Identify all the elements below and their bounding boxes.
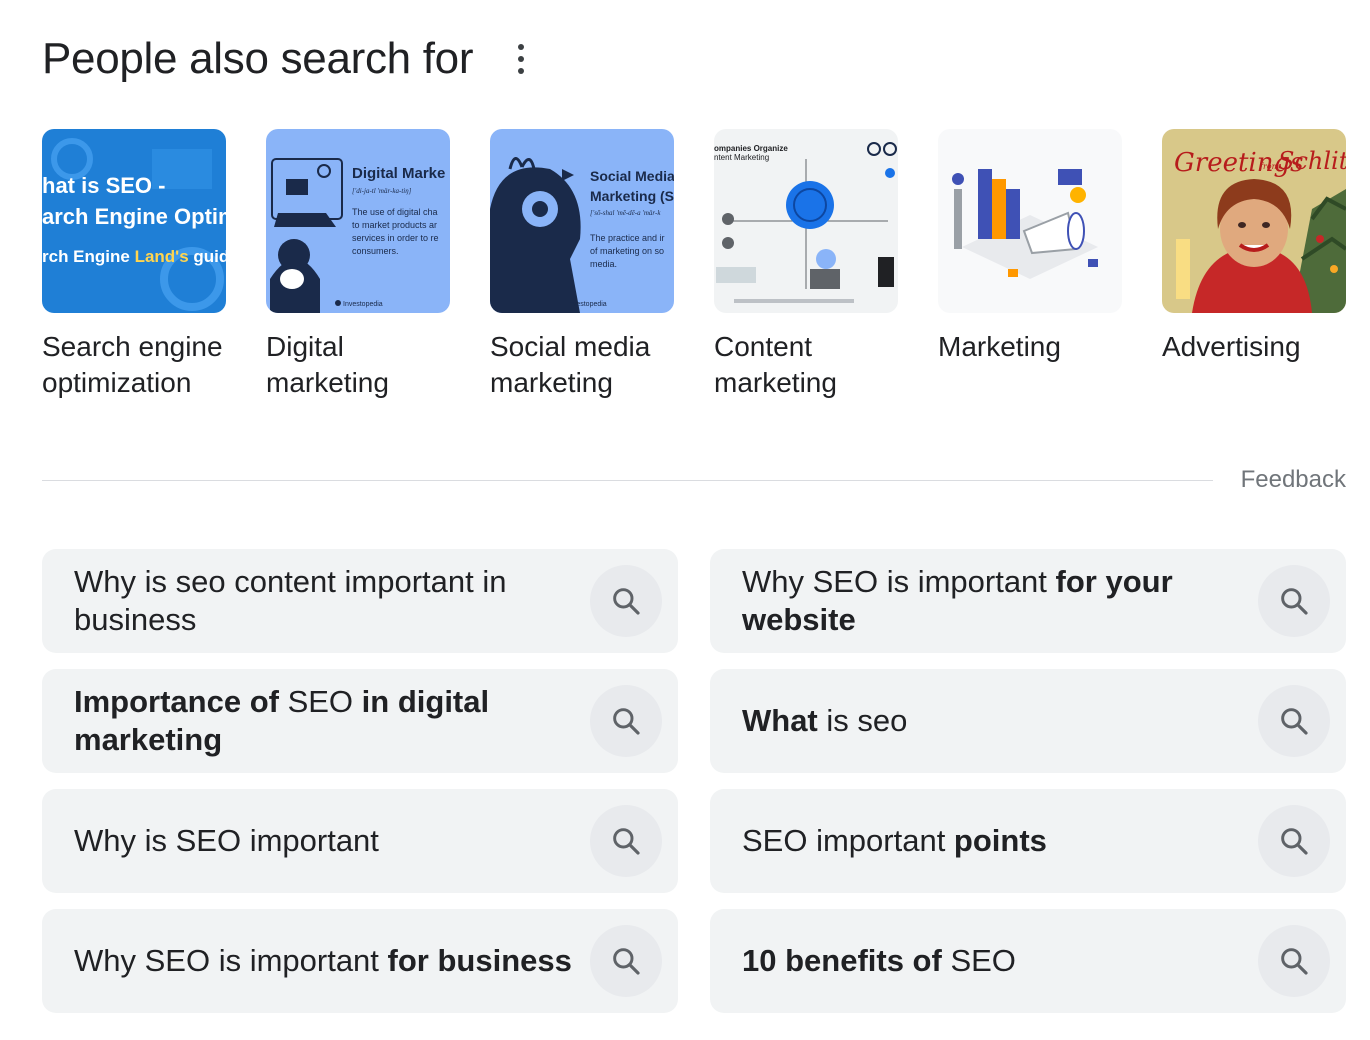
related-search-bold-part: What [742,703,818,738]
card-label: Social media marketing [490,331,651,398]
related-search-part: Why is seo content important in business [74,564,507,637]
search-icon [1281,828,1308,855]
card-thumbnail: Digital Marke ['di-ja-tl 'mär-ka-tiŋ] Th… [266,129,450,313]
thumb-text-2: arch Engine Optimiz [42,204,226,229]
card-label: Content marketing [714,331,837,398]
card-label: Advertising [1162,331,1301,362]
more-vert-icon [518,44,525,50]
svg-text:The practice and ir: The practice and ir [590,233,665,243]
related-search-text: Why is seo content important in business [74,563,574,639]
svg-text:media.: media. [590,259,617,269]
card-label: Digital marketing [266,331,389,398]
related-search-text: Why SEO is important for your website [742,563,1242,639]
search-icon [613,948,640,975]
related-search-bold-part: 10 benefits of [742,943,942,978]
related-search-text: Importance of SEO in digital marketing [74,683,574,759]
card-thumbnail: ompanies Organize ntent Marketing [714,129,898,313]
search-icon-button [1258,565,1330,637]
search-icon [1281,948,1308,975]
card-digital-marketing[interactable]: Digital Marke ['di-ja-tl 'mär-ka-tiŋ] Th… [266,129,450,401]
svg-text:rch Engine Land's guide to: rch Engine Land's guide to [42,247,226,266]
related-search-chip[interactable]: Why SEO is important for business [42,909,678,1013]
related-search-text: 10 benefits of SEO [742,942,1016,980]
search-icon-button [590,805,662,877]
search-icon-button [1258,685,1330,757]
svg-text:The use of digital cha: The use of digital cha [352,207,438,217]
svg-text:Investopedia: Investopedia [343,301,383,308]
related-search-part: Why is SEO important [74,823,379,858]
related-search-part: SEO [278,684,362,719]
search-icon [613,588,640,615]
divider [42,479,1213,481]
related-search-chip[interactable]: Why is SEO important [42,789,678,893]
card-advertising[interactable]: Greetings from Schlitz Advertising [1162,129,1346,401]
search-icon-button [590,925,662,997]
card-label: Search engine optimization [42,331,223,398]
thumb-text-1: hat is SEO - [42,173,165,198]
related-search-part: Why SEO is important [742,564,1056,599]
card-thumbnail: Greetings from Schlitz [1162,129,1346,313]
more-options-button[interactable] [509,39,533,79]
related-search-text: Why is SEO important [74,822,379,860]
related-search-chip[interactable]: What is seo [710,669,1346,773]
related-search-part: Why SEO is important [74,943,388,978]
card-thumbnail: Social Media Marketing (S ['sō-shal 'mē-… [490,129,674,313]
related-search-text: Why SEO is important for business [74,942,572,980]
related-search-chip[interactable]: SEO important points [710,789,1346,893]
svg-text:['sō-shal 'mē-dē-a 'mär-k: ['sō-shal 'mē-dē-a 'mär-k [590,209,661,217]
related-search-chip[interactable]: 10 benefits of SEO [710,909,1346,1013]
svg-text:of marketing on so: of marketing on so [590,246,664,256]
related-search-bold-part: for business [387,943,572,978]
svg-text:Social Media: Social Media [590,168,674,184]
related-search-text: What is seo [742,702,907,740]
search-icon-button [1258,805,1330,877]
related-search-chip[interactable]: Importance of SEO in digital marketing [42,669,678,773]
svg-text:consumers.: consumers. [352,246,399,256]
related-search-chip[interactable]: Why SEO is important for your website [710,549,1346,653]
search-icon [613,828,640,855]
search-icon [613,708,640,735]
related-searches-grid: Why is seo content important in business… [42,549,1346,1013]
related-search-part: SEO [941,943,1016,978]
card-social-media-marketing[interactable]: Social Media Marketing (S ['sō-shal 'mē-… [490,129,674,401]
related-search-text: SEO important points [742,822,1047,860]
search-icon-button [1258,925,1330,997]
related-search-chip[interactable]: Why is seo content important in business [42,549,678,653]
section-title: People also search for [42,34,474,83]
search-icon-button [590,685,662,757]
card-thumbnail: hat is SEO - arch Engine Optimiz rch Eng… [42,129,226,313]
svg-text:Investopedia: Investopedia [567,301,607,308]
svg-text:ompanies Organize: ompanies Organize [714,144,788,153]
card-search-engine-optimization[interactable]: hat is SEO - arch Engine Optimiz rch Eng… [42,129,226,401]
card-thumbnail [938,129,1122,313]
svg-text:services in order to re: services in order to re [352,233,439,243]
search-icon [1281,588,1308,615]
search-icon [1281,708,1308,735]
svg-text:Schlitz: Schlitz [1278,147,1346,175]
feedback-link[interactable]: Feedback [1241,466,1346,494]
search-icon-button [590,565,662,637]
svg-text:Marketing (S: Marketing (S [590,188,674,204]
card-content-marketing[interactable]: ompanies Organize ntent Marketing Conten… [714,129,898,401]
related-search-bold-part: points [953,823,1047,858]
related-search-part: is seo [817,703,908,738]
card-label: Marketing [938,331,1061,362]
svg-text:ntent Marketing: ntent Marketing [714,153,769,162]
svg-text:Digital Marke: Digital Marke [352,165,445,182]
svg-text:['di-ja-tl 'mär-ka-tiŋ]: ['di-ja-tl 'mär-ka-tiŋ] [352,187,412,195]
svg-text:to market products ar: to market products ar [352,220,437,230]
related-entities-carousel: hat is SEO - arch Engine Optimiz rch Eng… [42,129,1346,401]
feedback-row: Feedback [42,466,1346,494]
svg-text:from: from [1259,162,1280,171]
card-marketing[interactable]: Marketing [938,129,1122,401]
related-search-part: SEO important [742,823,954,858]
section-header: People also search for [42,34,533,84]
related-search-bold-part: Importance of [74,684,279,719]
